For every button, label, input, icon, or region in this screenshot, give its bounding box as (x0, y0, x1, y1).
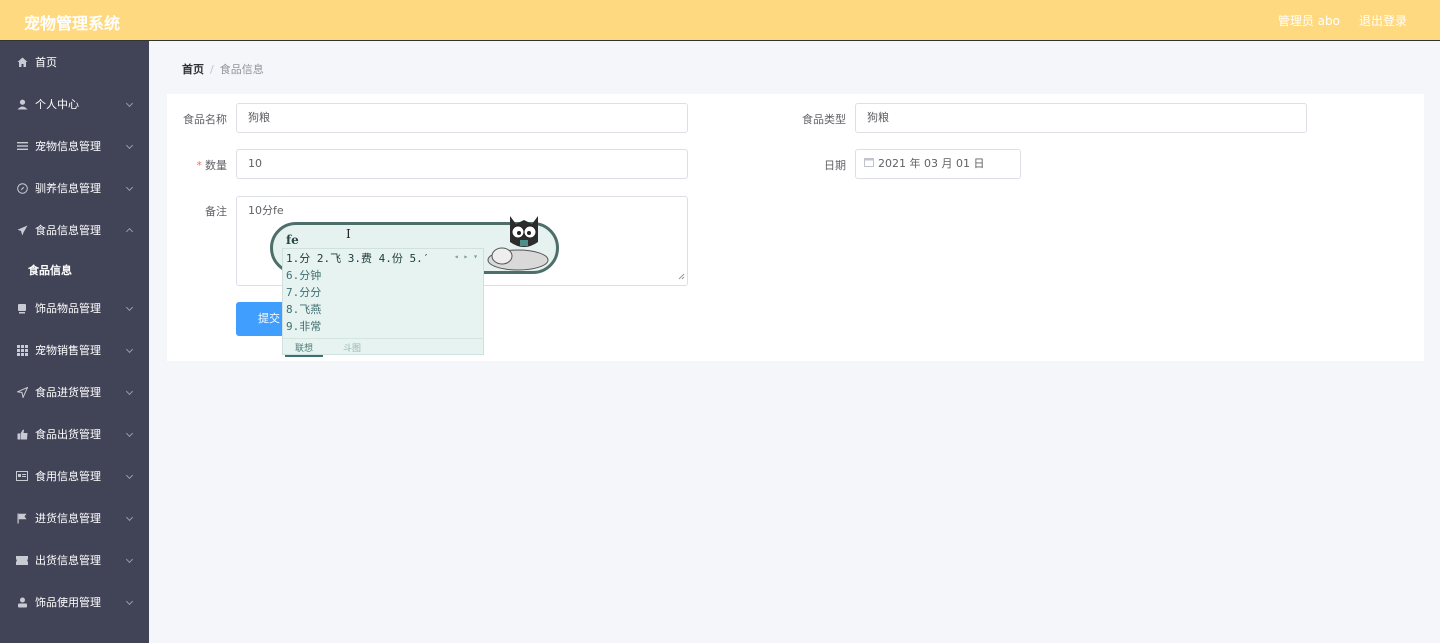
text-cursor-icon: I (346, 227, 351, 241)
food-type-label: 食品类型 (802, 113, 846, 126)
chevron-down-icon (125, 597, 134, 606)
ime-tab-bar: 联想 斗图 (283, 338, 483, 357)
sidebar-item-pet-info[interactable]: 宠物信息管理 (0, 125, 149, 167)
sidebar-item-shipping-info[interactable]: 出货信息管理 (0, 539, 149, 581)
home-icon (16, 56, 28, 68)
breadcrumb-separator: / (210, 63, 214, 76)
sidebar-item-food-purchase[interactable]: 食品进货管理 (0, 371, 149, 413)
chevron-down-icon (125, 345, 134, 354)
breadcrumb: 首页 / 食品信息 (182, 61, 264, 77)
date-label: 日期 (824, 159, 846, 172)
app-title: 宠物管理系统 (24, 14, 121, 33)
quantity-label-wrap: * 数量 (147, 157, 228, 173)
sidebar-item-label: 食用信息管理 (35, 470, 101, 483)
quantity-input[interactable]: 10 (236, 149, 688, 179)
breadcrumb-home[interactable]: 首页 (182, 63, 204, 76)
grid-icon (16, 344, 28, 356)
sidebar-item-accessory-usage[interactable]: 饰品使用管理 (0, 581, 149, 623)
sidebar-item-label: 出货信息管理 (35, 554, 101, 567)
paper-plane-icon (16, 224, 28, 236)
required-mark: * (196, 159, 203, 172)
sidebar-item-label: 饰品物品管理 (35, 302, 101, 315)
chevron-down-icon (125, 99, 134, 108)
sidebar-item-label: 食品出货管理 (35, 428, 101, 441)
sidebar-item-label: 驯养信息管理 (35, 182, 101, 195)
breadcrumb-current: 食品信息 (219, 63, 264, 76)
ime-page-arrows-icon[interactable]: ◂ ▸ ▾ (454, 252, 478, 261)
food-name-label: 食品名称 (183, 113, 227, 126)
ime-candidate-list: 1.分 2.飞 3.费 4.份 5.′ ◂ ▸ ▾ 6.分钟 7.分分 8.飞燕… (282, 248, 484, 357)
ime-tab-stickers[interactable]: 斗图 (343, 341, 361, 354)
calendar-icon (864, 150, 874, 178)
sidebar-item-label: 食品进货管理 (35, 386, 101, 399)
box-icon (16, 302, 28, 314)
ime-tab-association[interactable]: 联想 (285, 341, 324, 357)
sidebar-item-home[interactable]: 首页 (0, 41, 149, 83)
chevron-down-icon (125, 183, 134, 192)
date-picker[interactable]: 2021 年 03 月 01 日 (855, 149, 1021, 179)
ime-candidate[interactable]: 7.分分 (286, 284, 321, 300)
send-icon (16, 386, 28, 398)
sidebar-item-purchase-info[interactable]: 进货信息管理 (0, 497, 149, 539)
sidebar-item-consumption[interactable]: 食用信息管理 (0, 455, 149, 497)
chevron-down-icon (125, 513, 134, 522)
sidebar-item-personal-center[interactable]: 个人中心 (0, 83, 149, 125)
chevron-down-icon (125, 429, 134, 438)
ime-candidate-row[interactable]: 1.分 2.飞 3.费 4.份 5.′ (286, 250, 429, 266)
card-icon (16, 470, 28, 482)
sidebar-item-label: 饰品使用管理 (35, 596, 101, 609)
chevron-down-icon (125, 387, 134, 396)
chevron-down-icon (125, 471, 134, 480)
sidebar-subitem-food-info[interactable]: 食品信息 (0, 251, 149, 287)
food-name-input[interactable]: 狗粮 (236, 103, 688, 133)
compass-icon (16, 182, 28, 194)
resize-handle-icon (678, 270, 685, 283)
ticket-icon (16, 554, 28, 566)
chevron-down-icon (125, 303, 134, 312)
sidebar-item-label: 食品信息管理 (35, 224, 101, 237)
sidebar-item-label: 首页 (35, 56, 57, 69)
user-icon (16, 98, 28, 110)
top-header: 宠物管理系统 管理员 abo 退出登录 (0, 0, 1440, 41)
quantity-label: 数量 (205, 159, 227, 172)
sidebar-item-label: 宠物信息管理 (35, 140, 101, 153)
sidebar-item-label: 进货信息管理 (35, 512, 101, 525)
chevron-up-icon (125, 227, 134, 236)
food-type-input[interactable]: 狗粮 (855, 103, 1307, 133)
current-user-label: 管理员 abo (1277, 14, 1340, 28)
remark-label: 备注 (205, 205, 227, 218)
ime-candidate[interactable]: 8.飞燕 (286, 301, 321, 317)
sidebar-item-pet-sales[interactable]: 宠物销售管理 (0, 329, 149, 371)
thumb-icon (16, 428, 28, 440)
sidebar-subitem-label: 食品信息 (28, 264, 72, 277)
sidebar-item-label: 宠物销售管理 (35, 344, 101, 357)
remark-value: 10分fe (248, 204, 284, 217)
sidebar-item-training-info[interactable]: 驯养信息管理 (0, 167, 149, 209)
chevron-down-icon (125, 555, 134, 564)
sidebar-item-label: 个人中心 (35, 98, 79, 111)
list-icon (16, 140, 28, 152)
ime-typed-text: fe (286, 233, 299, 247)
person-icon (16, 596, 28, 608)
logout-link[interactable]: 退出登录 (1359, 12, 1407, 29)
ime-candidate[interactable]: 9.非常 (286, 318, 321, 334)
sidebar: 首页 个人中心 宠物信息管理 驯养信息管理 食品信息管理 食品信息 饰品物品管理… (0, 41, 149, 643)
sidebar-item-accessory[interactable]: 饰品物品管理 (0, 287, 149, 329)
ime-candidate[interactable]: 6.分钟 (286, 267, 321, 283)
date-value: 2021 年 03 月 01 日 (878, 157, 985, 170)
flag-icon (16, 512, 28, 524)
sidebar-item-food-info-group[interactable]: 食品信息管理 (0, 209, 149, 251)
ime-mascot-icon (480, 212, 560, 274)
chevron-down-icon (125, 141, 134, 150)
sidebar-item-food-shipping[interactable]: 食品出货管理 (0, 413, 149, 455)
